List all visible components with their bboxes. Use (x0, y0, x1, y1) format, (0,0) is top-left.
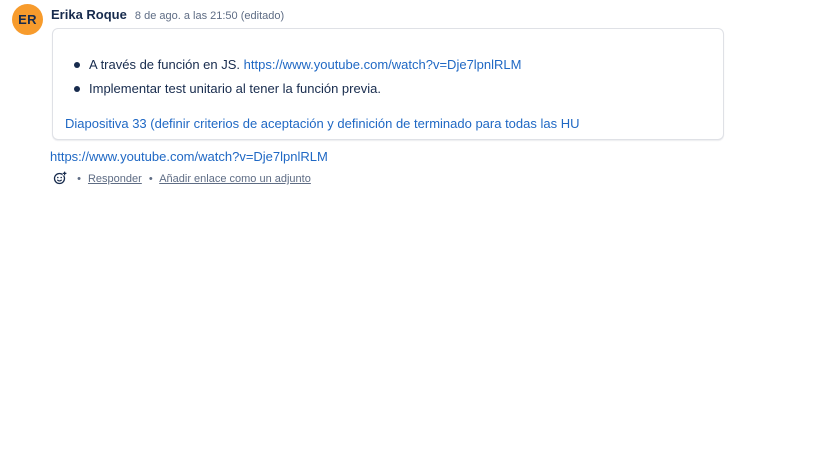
bullet-dot (74, 62, 80, 68)
list-item: Implementar test unitario al tener la fu… (73, 77, 521, 101)
comment: ER Erika Roque 8 de ago. a las 21:50 (ed… (0, 0, 819, 460)
comment-timestamp[interactable]: 8 de ago. a las 21:50 (editado) (135, 10, 284, 22)
comment-actions: • Responder • Añadir enlace como un adju… (53, 171, 311, 187)
bullet-list: A través de función en JS. https://www.y… (73, 53, 521, 101)
add-link-as-attachment-link[interactable]: Añadir enlace como un adjunto (159, 173, 311, 185)
reply-link[interactable]: Responder (88, 173, 142, 185)
separator: • (148, 173, 153, 185)
attachment-link[interactable]: https://www.youtube.com/watch?v=Dje7lpnl… (50, 148, 328, 166)
youtube-link[interactable]: https://www.youtube.com/watch?v=Dje7lpnl… (244, 57, 522, 72)
list-item-text: Implementar test unitario al tener la fu… (89, 81, 381, 96)
comment-body-card: A través de función en JS. https://www.y… (52, 28, 724, 140)
list-item-text: A través de función en JS. (89, 57, 244, 72)
avatar[interactable]: ER (12, 4, 43, 35)
add-reaction-icon[interactable] (53, 171, 67, 185)
bullet-dot (74, 86, 80, 92)
comment-header: Erika Roque 8 de ago. a las 21:50 (edita… (51, 6, 284, 24)
separator: • (77, 173, 81, 185)
list-item: A través de función en JS. https://www.y… (73, 53, 521, 77)
author-name[interactable]: Erika Roque (51, 7, 127, 22)
card-reference-link[interactable]: Diapositiva 33 (definir criterios de ace… (65, 115, 580, 133)
